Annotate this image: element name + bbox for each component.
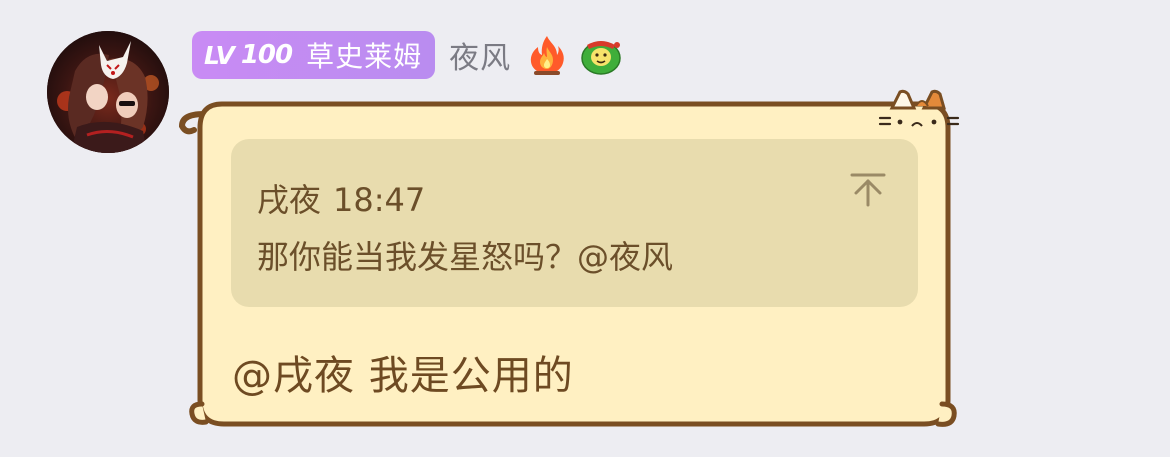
message-header: LV 100 草史莱姆 夜风 — [192, 31, 623, 79]
sender-name[interactable]: 夜风 — [449, 33, 511, 77]
avatar-image — [47, 31, 169, 153]
quoted-message[interactable]: 戌夜 18:47 那你能当我发星怒吗？@夜风 — [231, 139, 918, 307]
quote-header: 戌夜 18:47 — [257, 175, 425, 221]
quote-time: 18:47 — [333, 181, 426, 219]
quote-author: 戌夜 — [257, 181, 322, 219]
green-mask-icon[interactable] — [579, 33, 623, 77]
level-number: 100 — [240, 40, 293, 70]
message-text: @戌夜 我是公用的 — [232, 353, 574, 399]
level-title: 草史莱姆 — [306, 40, 423, 73]
level-lv-label: LV — [204, 40, 235, 70]
fire-icon[interactable] — [525, 33, 569, 77]
avatar[interactable] — [47, 31, 169, 153]
level-badge[interactable]: LV 100 草史莱姆 — [192, 31, 436, 79]
quote-text: 那你能当我发星怒吗？@夜风 — [257, 238, 674, 276]
scroll-to-top-icon[interactable] — [848, 169, 888, 209]
